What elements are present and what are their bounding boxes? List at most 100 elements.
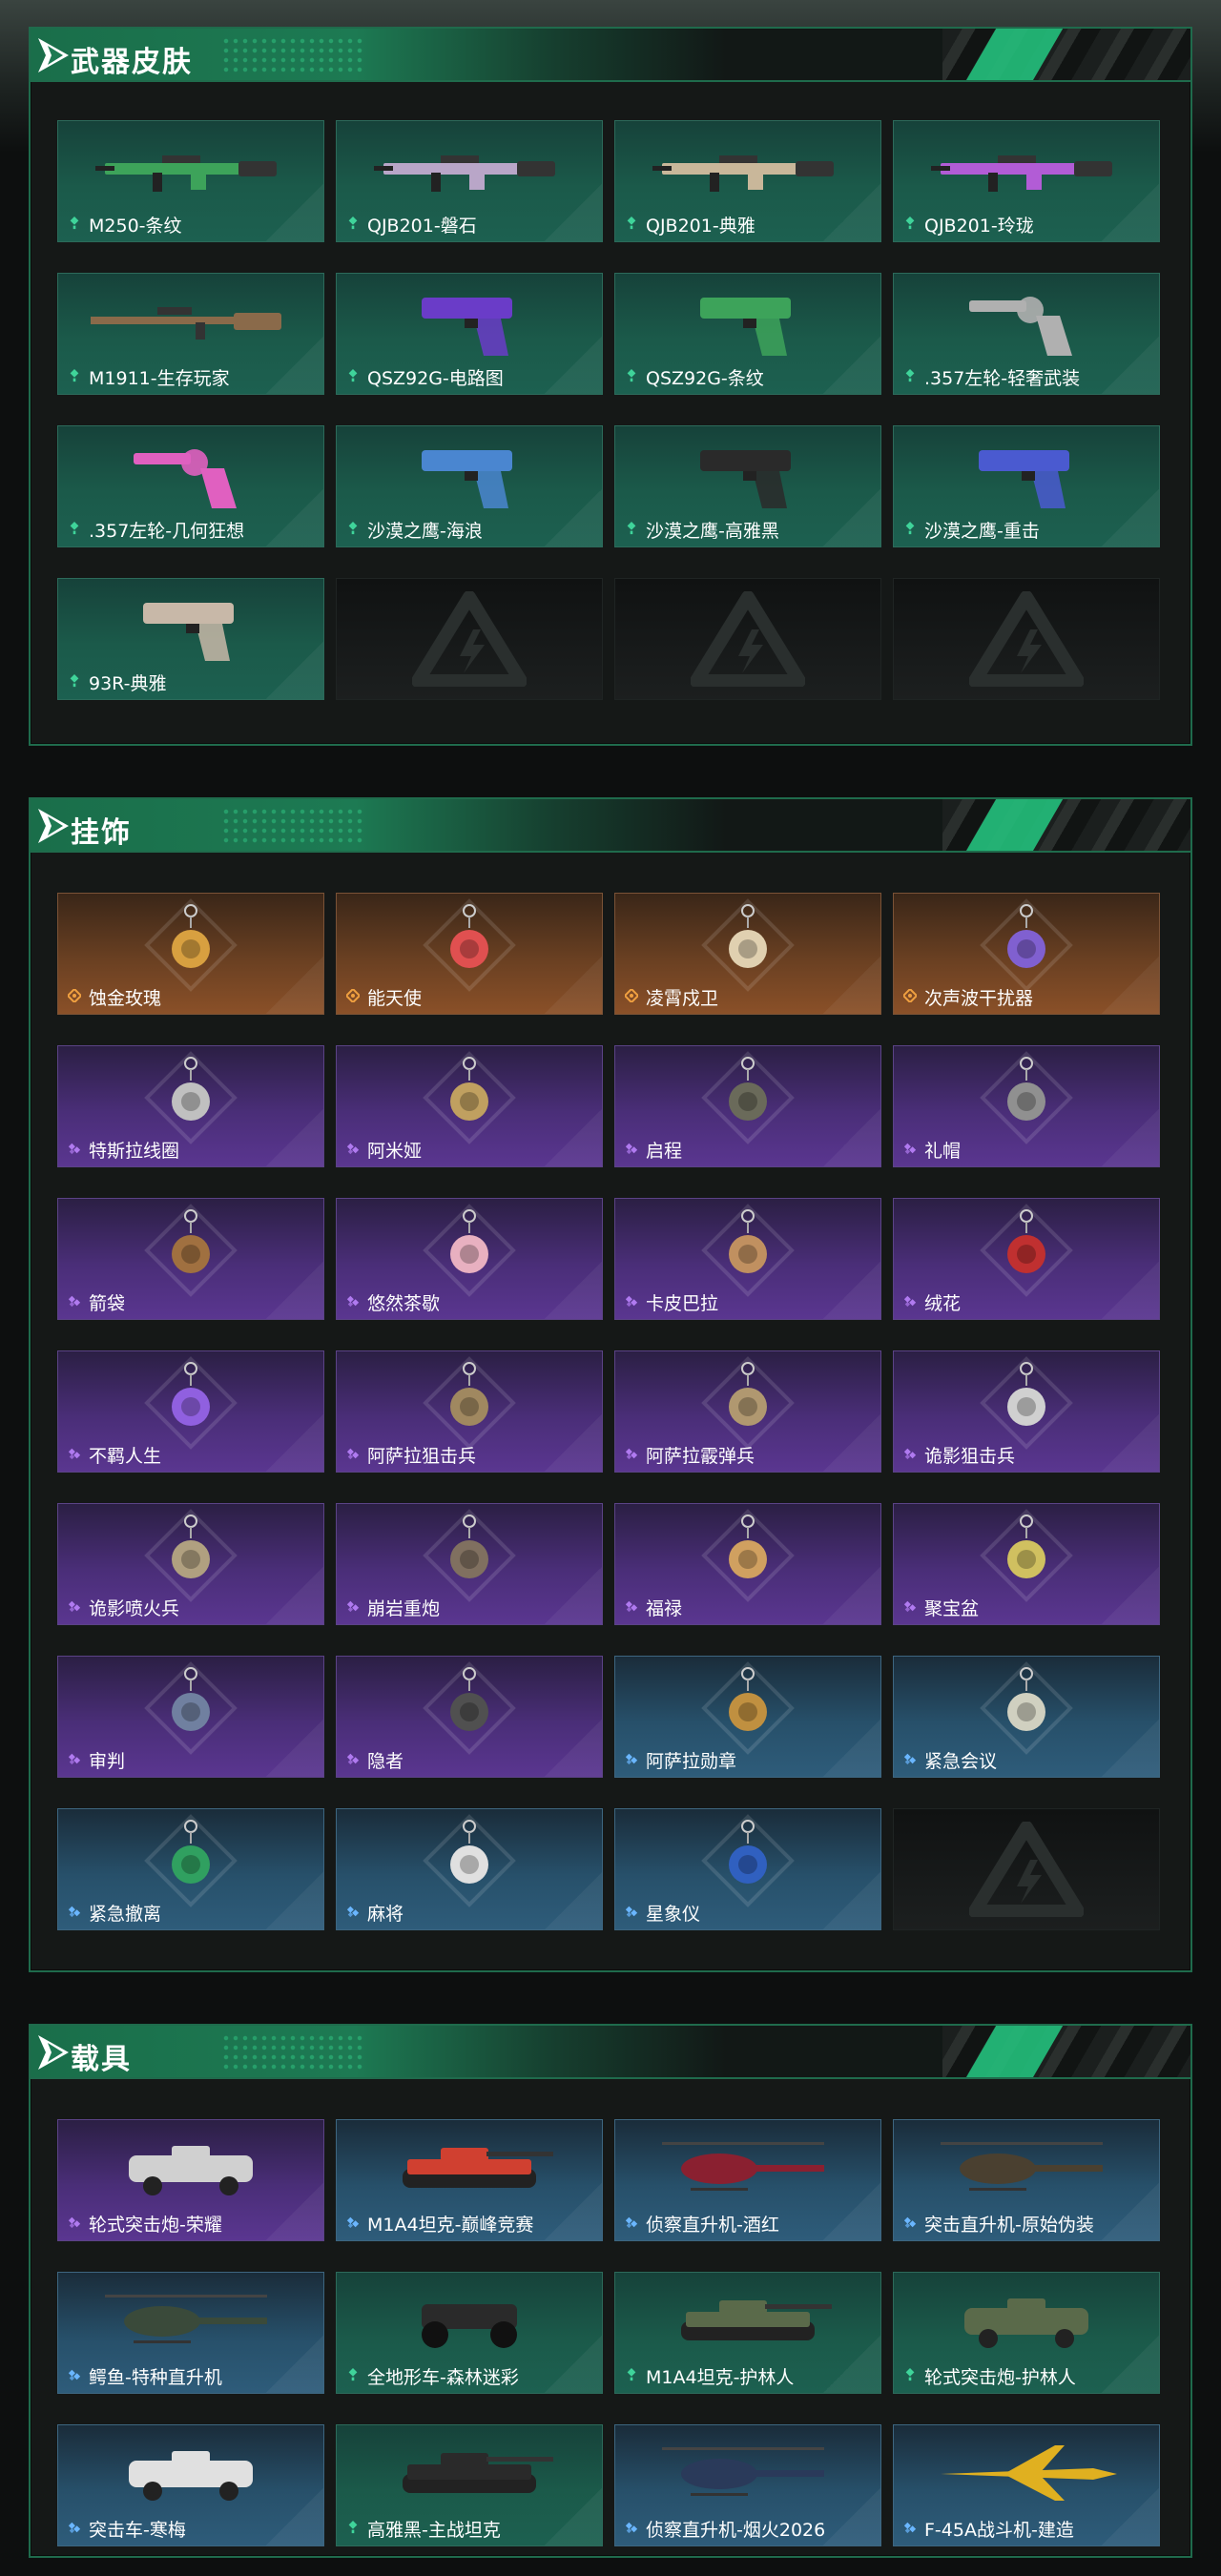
item-name: 隐者 — [367, 1750, 404, 1772]
item-card[interactable]: M1A4坦克-护林人 — [614, 2272, 881, 2394]
empty-slot — [893, 578, 1160, 700]
item-card[interactable]: 沙漠之鹰-重击 — [893, 425, 1160, 547]
item-name: 诡影喷火兵 — [89, 1597, 180, 1619]
item-card[interactable]: 绒花 — [893, 1198, 1160, 1320]
item-card[interactable]: .357左轮-几何狂想 — [57, 425, 324, 547]
rarity-icon — [68, 1139, 81, 1160]
rarity-icon — [346, 366, 360, 387]
rarity-icon — [346, 214, 360, 235]
item-card[interactable]: QJB201-磐石 — [336, 120, 603, 242]
item-card[interactable]: 礼帽 — [893, 1045, 1160, 1167]
item-name: F-45A战斗机-建造 — [924, 2519, 1074, 2541]
item-label: 全地形车-森林迷彩 — [346, 2364, 519, 2388]
item-card[interactable]: M1A4坦克-巅峰竞赛 — [336, 2119, 603, 2241]
item-label: 凌霄戍卫 — [625, 985, 719, 1009]
item-label: 礼帽 — [903, 1138, 961, 1162]
item-card[interactable]: 阿萨拉狙击兵 — [336, 1350, 603, 1473]
item-card[interactable]: 崩岩重炮 — [336, 1503, 603, 1625]
item-label: 能天使 — [346, 985, 422, 1009]
item-card[interactable]: 侦察直升机-酒红 — [614, 2119, 881, 2241]
rarity-icon — [625, 2518, 638, 2539]
item-card[interactable]: 沙漠之鹰-海浪 — [336, 425, 603, 547]
item-name: M1A4坦克-巅峰竞赛 — [367, 2214, 534, 2236]
item-card[interactable]: QJB201-典雅 — [614, 120, 881, 242]
item-card[interactable]: .357左轮-轻奢武装 — [893, 273, 1160, 395]
item-label: 阿萨拉霰弹兵 — [625, 1443, 755, 1467]
item-card[interactable]: QSZ92G-条纹 — [614, 273, 881, 395]
item-card[interactable]: 突击直升机-原始伪装 — [893, 2119, 1160, 2241]
item-name: 阿米娅 — [367, 1140, 423, 1162]
item-card[interactable]: QJB201-玲珑 — [893, 120, 1160, 242]
item-name: 全地形车-森林迷彩 — [367, 2366, 519, 2388]
revolver-icon — [86, 432, 296, 516]
item-card[interactable]: 不羁人生 — [57, 1350, 324, 1473]
rarity-icon — [346, 1291, 360, 1312]
item-label: 侦察直升机-酒红 — [625, 2212, 779, 2236]
item-card[interactable]: M1911-生存玩家 — [57, 273, 324, 395]
item-card[interactable]: 紧急撤离 — [57, 1808, 324, 1930]
rarity-icon — [68, 1749, 81, 1770]
item-label: 绒花 — [903, 1290, 961, 1314]
item-card[interactable]: 悠然茶歇 — [336, 1198, 603, 1320]
item-label: 诡影喷火兵 — [68, 1596, 180, 1619]
item-name: 审判 — [89, 1750, 126, 1772]
item-card[interactable]: 启程 — [614, 1045, 881, 1167]
rarity-icon — [903, 1291, 917, 1312]
item-card[interactable]: 阿米娅 — [336, 1045, 603, 1167]
item-card[interactable]: 轮式突击炮-护林人 — [893, 2272, 1160, 2394]
helicopter-icon — [86, 2278, 296, 2362]
item-card[interactable]: QSZ92G-电路图 — [336, 273, 603, 395]
item-card[interactable]: 诡影喷火兵 — [57, 1503, 324, 1625]
item-card[interactable]: 卡皮巴拉 — [614, 1198, 881, 1320]
item-label: M250-条纹 — [68, 213, 182, 237]
item-card[interactable]: 凌霄戍卫 — [614, 893, 881, 1015]
charm-icon — [921, 1052, 1131, 1136]
item-card[interactable]: 紧急会议 — [893, 1656, 1160, 1778]
item-card[interactable]: 侦察直升机-烟火2026 — [614, 2424, 881, 2546]
item-label: 审判 — [68, 1748, 126, 1772]
item-card[interactable]: 审判 — [57, 1656, 324, 1778]
item-card[interactable]: 阿萨拉霰弹兵 — [614, 1350, 881, 1473]
item-card[interactable]: 次声波干扰器 — [893, 893, 1160, 1015]
tank-icon — [643, 2278, 853, 2362]
item-card[interactable]: 突击车-寒梅 — [57, 2424, 324, 2546]
atv-icon — [364, 2278, 574, 2362]
item-card[interactable]: 蚀金玫瑰 — [57, 893, 324, 1015]
rarity-icon — [903, 1444, 917, 1465]
item-card[interactable]: 全地形车-森林迷彩 — [336, 2272, 603, 2394]
item-card[interactable]: 隐者 — [336, 1656, 603, 1778]
dot-pattern-decoration — [221, 2033, 364, 2071]
item-card[interactable]: 鳄鱼-特种直升机 — [57, 2272, 324, 2394]
item-card[interactable]: 麻将 — [336, 1808, 603, 1930]
item-card[interactable]: 能天使 — [336, 893, 603, 1015]
rarity-icon — [625, 1139, 638, 1160]
item-card[interactable]: 阿萨拉勋章 — [614, 1656, 881, 1778]
item-label: M1911-生存玩家 — [68, 365, 230, 389]
item-card[interactable]: 聚宝盆 — [893, 1503, 1160, 1625]
rarity-icon — [68, 2518, 81, 2539]
item-card[interactable]: 轮式突击炮-荣耀 — [57, 2119, 324, 2241]
item-name: 侦察直升机-烟火2026 — [646, 2519, 826, 2541]
item-card[interactable]: F-45A战斗机-建造 — [893, 2424, 1160, 2546]
item-card[interactable]: 高雅黑-主战坦克 — [336, 2424, 603, 2546]
item-card[interactable]: 诡影狙击兵 — [893, 1350, 1160, 1473]
item-label: 轮式突击炮-荣耀 — [68, 2212, 222, 2236]
stripe-decoration — [942, 799, 1190, 851]
rarity-icon — [346, 1597, 360, 1618]
charm-icon — [86, 1510, 296, 1594]
item-card[interactable]: 特斯拉线圈 — [57, 1045, 324, 1167]
chevron-right-icon — [38, 2035, 69, 2070]
item-card[interactable]: M250-条纹 — [57, 120, 324, 242]
item-name: M1A4坦克-护林人 — [646, 2366, 795, 2388]
item-name: QSZ92G-电路图 — [367, 367, 504, 389]
charm-icon — [364, 1205, 574, 1288]
item-name: 特斯拉线圈 — [89, 1140, 180, 1162]
item-card[interactable]: 星象仪 — [614, 1808, 881, 1930]
item-name: 凌霄戍卫 — [646, 987, 719, 1009]
item-card[interactable]: 箭袋 — [57, 1198, 324, 1320]
item-card[interactable]: 93R-典雅 — [57, 578, 324, 700]
item-card[interactable]: 沙漠之鹰-高雅黑 — [614, 425, 881, 547]
pistol-icon — [86, 585, 296, 669]
item-card[interactable]: 福禄 — [614, 1503, 881, 1625]
charm-icon — [643, 1205, 853, 1288]
